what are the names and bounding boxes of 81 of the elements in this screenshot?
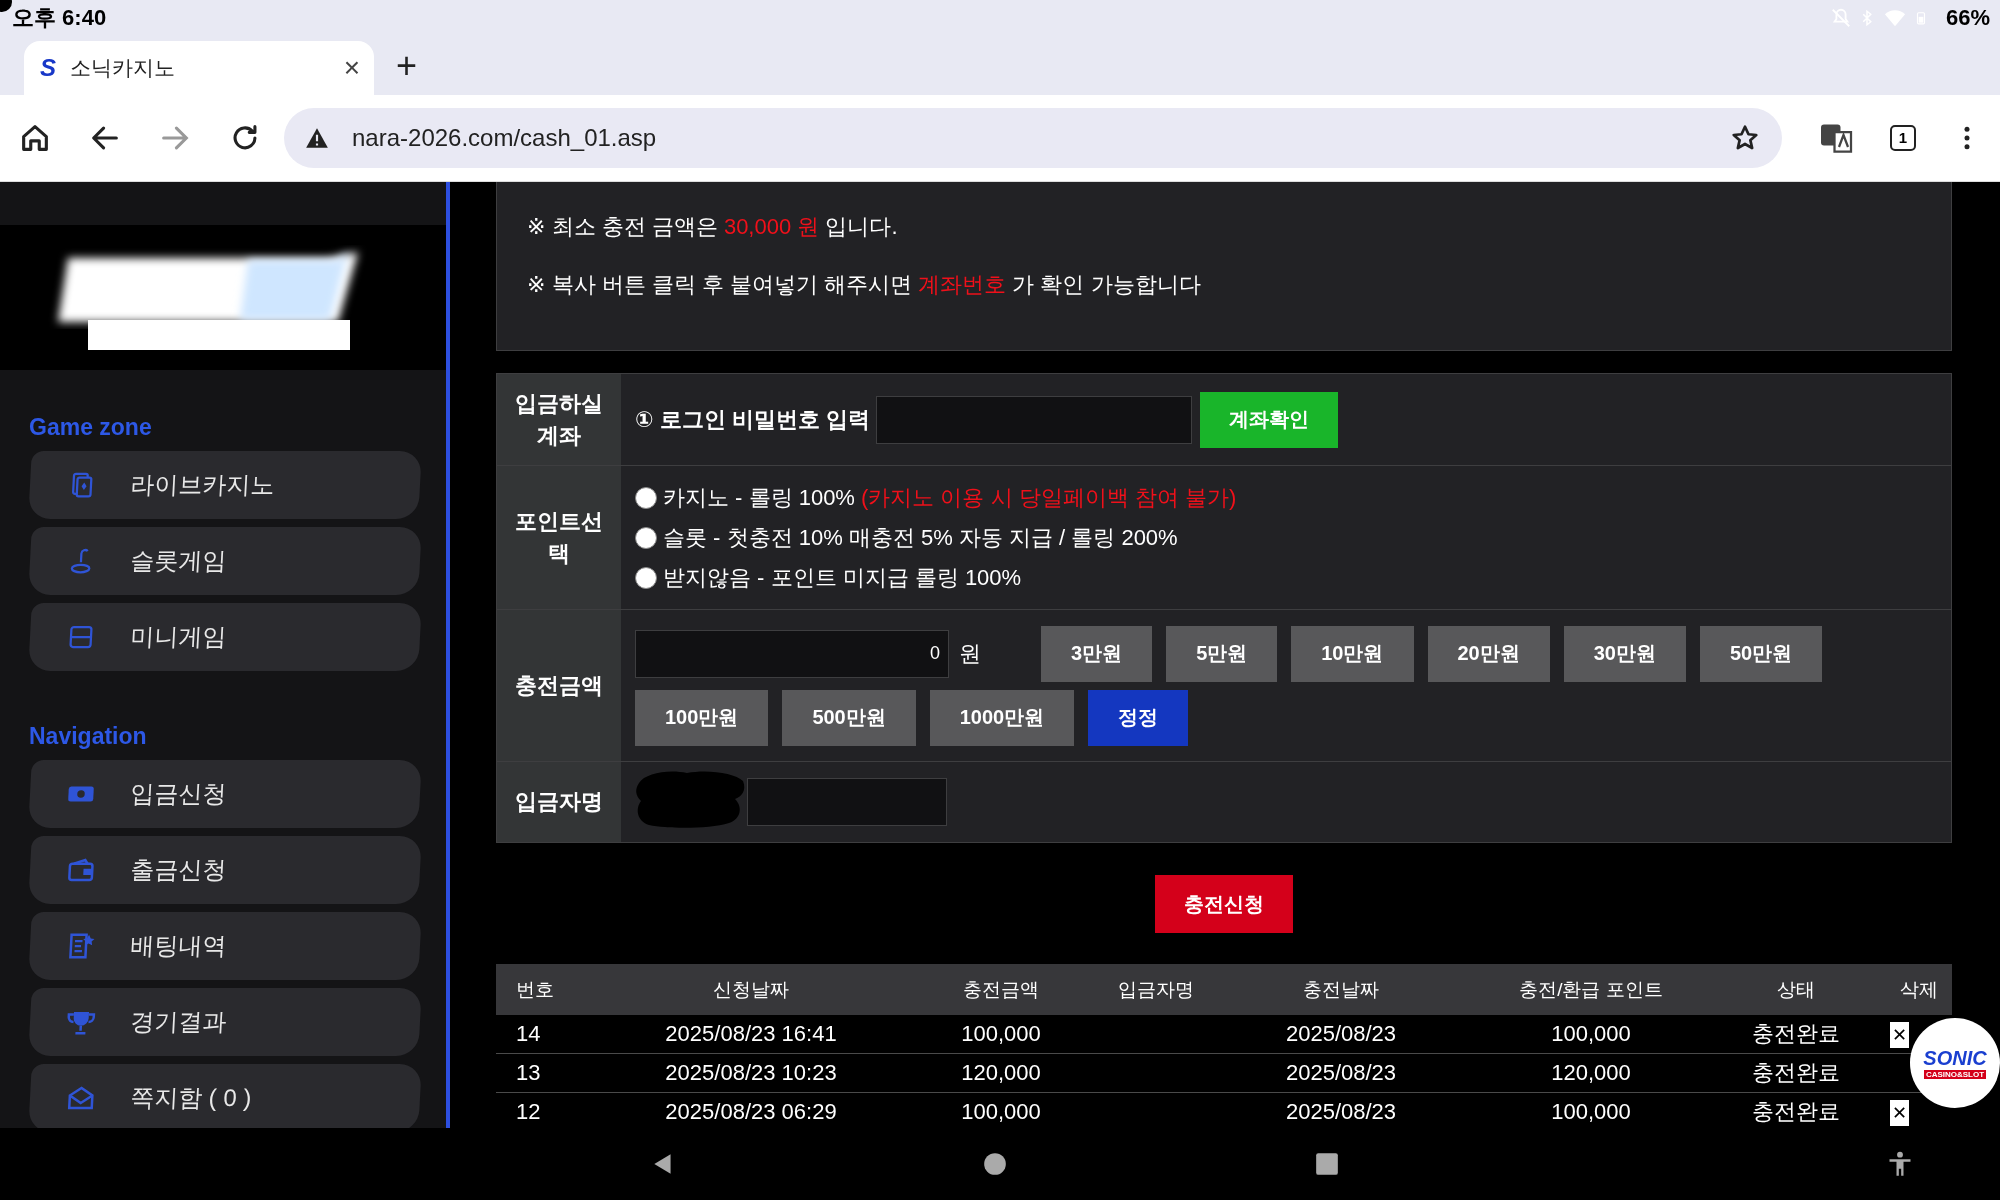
table-cell-text: 13 <box>515 1060 542 1086</box>
table-cell-text: 2025/08/23 <box>1284 1021 1398 1047</box>
delete-button[interactable]: ✕ <box>1890 1021 1910 1048</box>
unit-label: 원 <box>959 639 981 668</box>
table-cell-text: 2025/08/23 <box>1284 1060 1398 1086</box>
menu-item[interactable]: 입금신청 <box>28 760 422 828</box>
menu-item[interactable]: 배팅내역 <box>28 912 422 980</box>
table-cell-text: 충전완료 <box>1751 1020 1841 1048</box>
column-header: 신청날짜 <box>712 977 790 1002</box>
status-time: 오후 6:40 <box>12 4 107 32</box>
amount-button[interactable]: 500만원 <box>782 689 916 746</box>
delete-button[interactable]: ✕ <box>1890 1099 1910 1126</box>
radio-button[interactable] <box>635 567 657 589</box>
table-cell-text: 12 <box>515 1099 542 1125</box>
close-tab-button[interactable]: × <box>343 52 360 84</box>
section-title: Game zone <box>28 413 153 442</box>
recents-square-icon[interactable] <box>1314 1151 1340 1177</box>
menu-item[interactable]: 라이브카지노 <box>28 451 422 519</box>
radio-option[interactable]: 카지노 - 롤링 100% (카지노 이용 시 당일페이백 참여 불가) <box>635 480 1237 516</box>
name-field[interactable] <box>747 778 947 826</box>
amount-button[interactable]: 20만원 <box>1427 625 1550 682</box>
field-label: 입금하실 계좌 <box>497 374 621 465</box>
radio-button[interactable] <box>635 487 657 509</box>
submit-button[interactable]: 충전신청 <box>1155 875 1293 933</box>
radio-option[interactable]: 슬롯 - 첫충전 10% 매충전 5% 자동 지급 / 롤링 200% <box>635 520 1178 556</box>
menu-item[interactable]: 경기결과 <box>28 988 422 1056</box>
table-cell-text: 2025/08/23 10:23 <box>664 1060 838 1086</box>
table-cell-text: 14 <box>515 1021 542 1047</box>
menu-item[interactable]: 슬롯게임 <box>28 527 422 595</box>
field-prompt: ① 로그인 비밀번호 입력 <box>635 405 870 434</box>
table-cell-text: 100,000 <box>1550 1099 1632 1125</box>
field-label: 입금자명 <box>497 762 621 842</box>
battery-level: 66% <box>1945 5 1990 31</box>
browser-tab[interactable]: S 소닉카지노 × <box>24 41 374 95</box>
amount-button[interactable]: 100만원 <box>635 689 769 746</box>
menu-item[interactable]: 미니게임 <box>28 603 422 671</box>
radio-option[interactable]: 받지않음 - 포인트 미지급 롤링 100% <box>635 560 1022 596</box>
table-cell-text: 충전완료 <box>1751 1059 1841 1087</box>
amount-button[interactable]: 3만원 <box>1041 625 1153 682</box>
table-cell-text: 100,000 <box>1550 1021 1632 1047</box>
table-cell-text: 2025/08/23 <box>1284 1099 1398 1125</box>
column-header: 입금자명 <box>1117 977 1195 1002</box>
address-bar[interactable]: nara-2026.com/cash_01.asp <box>284 108 1782 168</box>
column-header: 충전/환급 포인트 <box>1518 977 1664 1002</box>
amount-field[interactable]: 0 <box>635 629 949 678</box>
column-header: 상태 <box>1776 977 1816 1002</box>
home-circle-icon[interactable] <box>982 1151 1008 1177</box>
table-cell-text: 100,000 <box>960 1021 1042 1047</box>
table-cell-text: 2025/08/23 16:41 <box>664 1021 838 1047</box>
radio-button[interactable] <box>635 527 657 549</box>
amount-button[interactable]: 1000만원 <box>929 689 1075 746</box>
amount-button[interactable]: 10만원 <box>1291 625 1414 682</box>
table-cell-text: 120,000 <box>1550 1060 1632 1086</box>
menu-item[interactable]: 출금신청 <box>28 836 422 904</box>
tab-title: 소닉카지노 <box>70 55 176 81</box>
badge-title: SONIC <box>1923 1047 1987 1070</box>
url-text: nara-2026.com/cash_01.asp <box>352 124 657 152</box>
new-tab-button[interactable]: + <box>396 44 418 87</box>
table-cell-text: 100,000 <box>960 1099 1042 1125</box>
floating-badge[interactable]: SONIC CASINO&SLOT <box>1910 1018 2000 1108</box>
notice-text: ※ 최소 충전 금액은 30,000 원 입니다. <box>527 213 899 241</box>
amount-button[interactable]: 30만원 <box>1563 625 1686 682</box>
table-cell-text: 2025/08/23 06:29 <box>664 1099 838 1125</box>
section-title: Navigation <box>28 722 148 751</box>
column-header: 삭제 <box>1899 977 1939 1002</box>
table-cell-text: 120,000 <box>960 1060 1042 1086</box>
field-label: 포인트선택 <box>497 466 621 609</box>
badge-subtitle: CASINO&SLOT <box>1923 1070 1987 1079</box>
column-header: 번호 <box>515 977 555 1002</box>
column-header: 충전날짜 <box>1302 977 1380 1002</box>
tab-count-button[interactable]: 1 <box>1890 125 1916 151</box>
amount-button[interactable]: 50만원 <box>1700 625 1823 682</box>
field-label: 충전금액 <box>497 610 621 761</box>
table-cell-text: 충전완료 <box>1751 1098 1841 1126</box>
password-field[interactable] <box>875 395 1192 444</box>
favicon: S <box>40 54 56 82</box>
notice-text: ※ 복사 버튼 클릭 후 붙여넣기 해주시면 계좌번호 가 확인 가능합니다 <box>527 271 1202 299</box>
column-header: 충전금액 <box>962 977 1040 1002</box>
amount-button[interactable]: 5만원 <box>1166 625 1278 682</box>
menu-item[interactable]: 쪽지함 ( 0 ) <box>28 1064 422 1128</box>
reset-button[interactable]: 정정 <box>1088 689 1189 746</box>
